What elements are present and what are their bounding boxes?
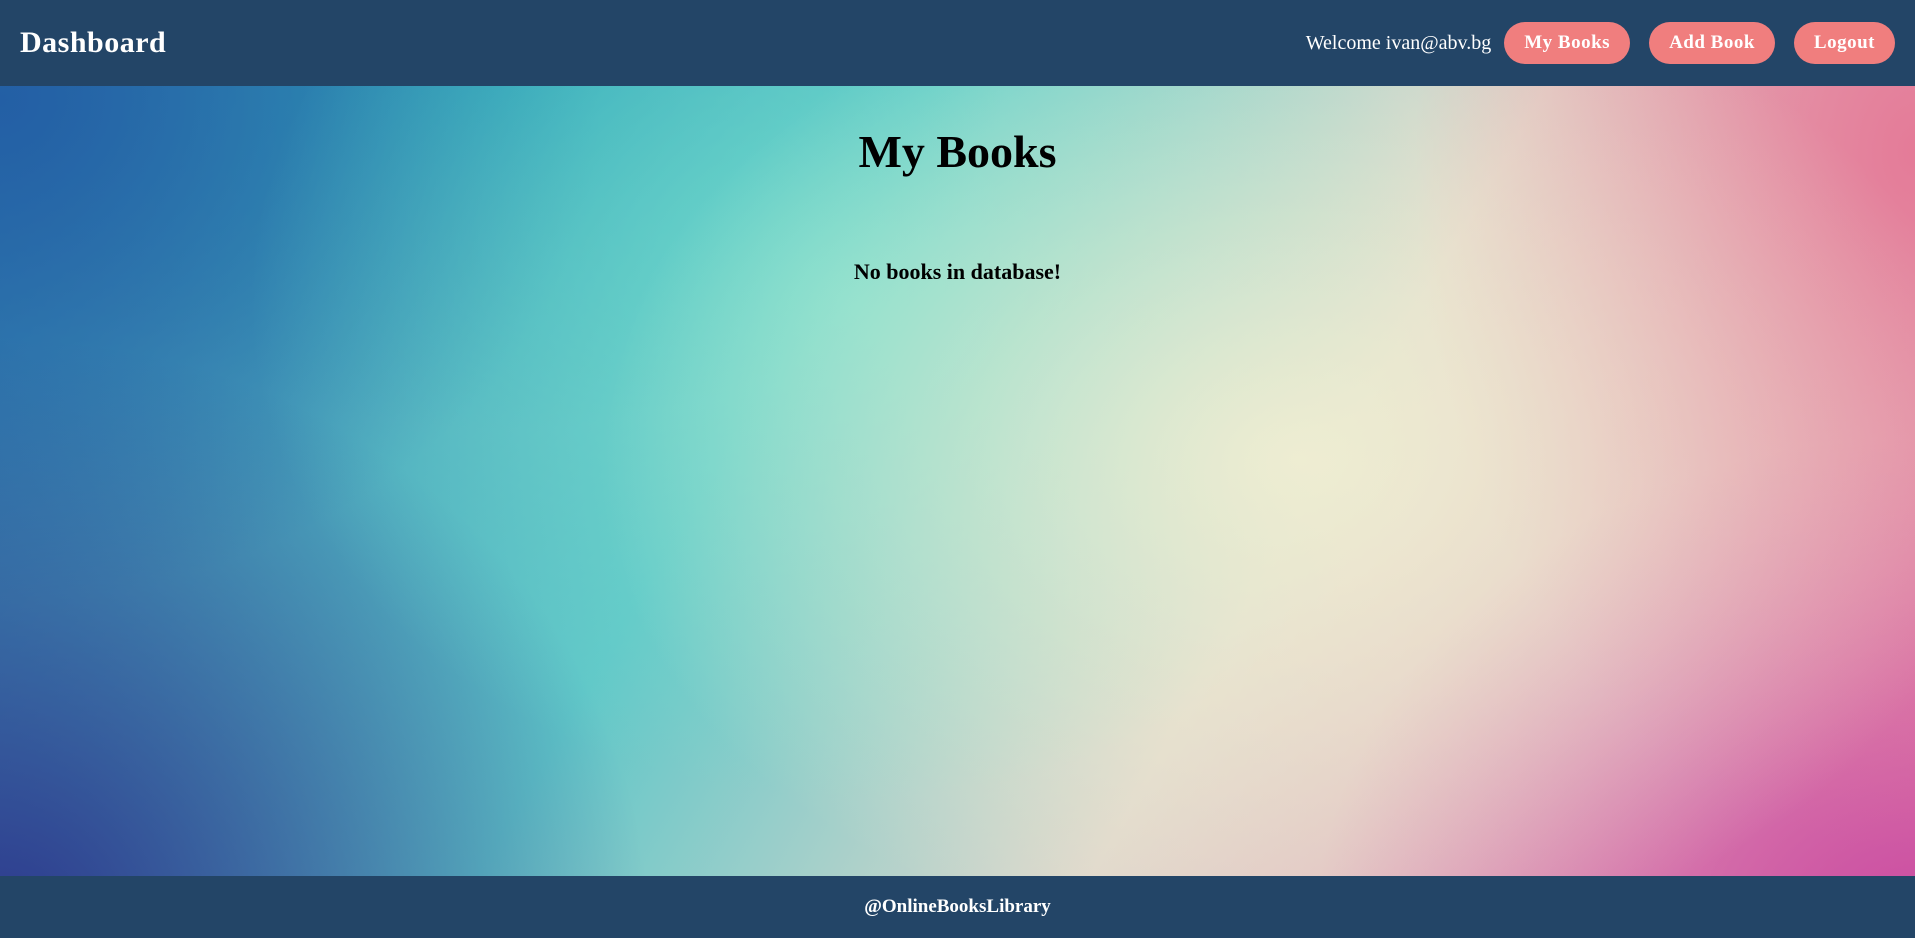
footer-text: @OnlineBooksLibrary <box>864 896 1051 917</box>
empty-state-message: No books in database! <box>853 258 1062 284</box>
main-content: My Books No books in database! <box>0 86 1915 876</box>
top-navbar: Dashboard Welcome ivan@abv.bg My Books A… <box>0 0 1915 86</box>
page-title: My Books <box>858 126 1057 177</box>
my-books-button[interactable]: My Books <box>1504 22 1631 64</box>
add-book-button[interactable]: Add Book <box>1649 22 1775 64</box>
user-nav: Welcome ivan@abv.bg My Books Add Book Lo… <box>1306 22 1895 64</box>
page: Dashboard Welcome ivan@abv.bg My Books A… <box>0 0 1915 938</box>
welcome-message: Welcome ivan@abv.bg <box>1305 31 1492 54</box>
logout-button[interactable]: Logout <box>1793 22 1895 64</box>
dashboard-link[interactable]: Dashboard <box>20 26 166 60</box>
footer: @OnlineBooksLibrary <box>0 876 1915 938</box>
